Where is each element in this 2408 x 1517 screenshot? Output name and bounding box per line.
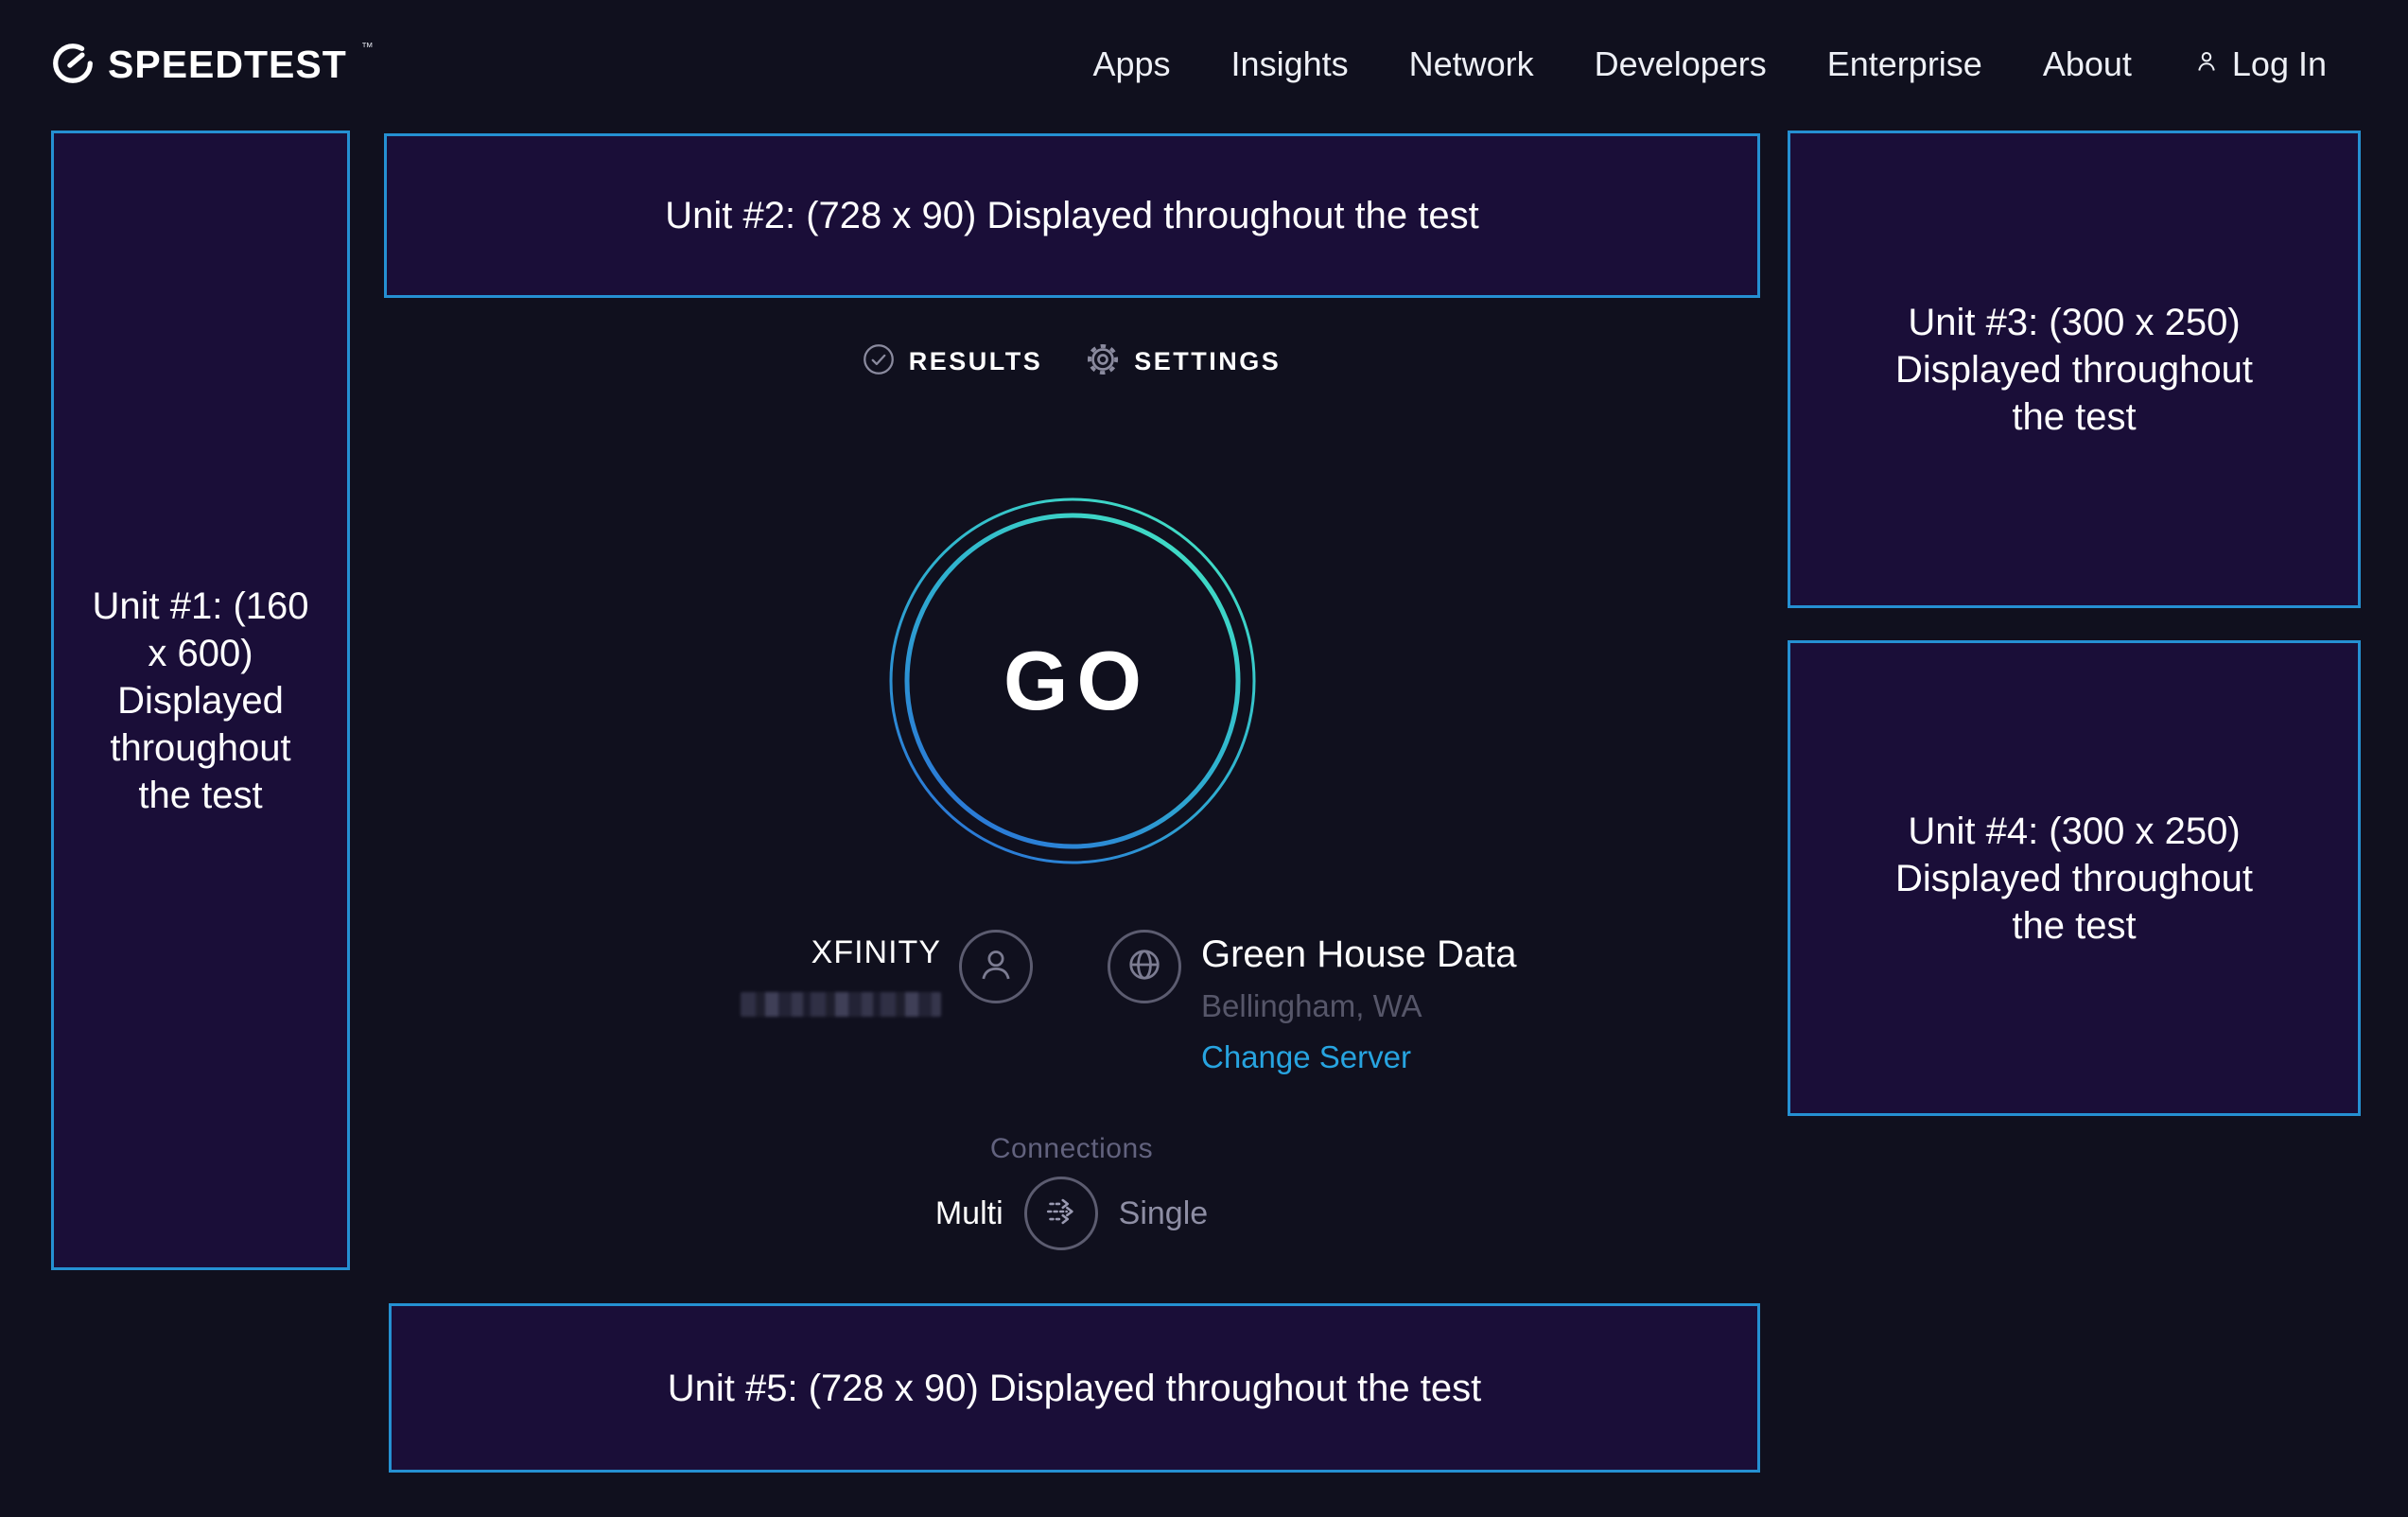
speedtest-logo[interactable]: SPEEDTEST ™ [51, 42, 374, 90]
single-label: Single [1119, 1195, 1209, 1232]
multi-arrows-icon [1039, 1190, 1083, 1238]
server-name: Green House Data [1201, 933, 1517, 976]
login-button[interactable]: Log In [2192, 44, 2327, 84]
nav-item-about[interactable]: About [2043, 44, 2132, 84]
server-badge [1108, 930, 1181, 1003]
ad-unit-1-text: Unit #1: (160 x 600) Displayed throughou… [85, 583, 316, 819]
isp-badge [959, 930, 1033, 1003]
go-label: GO [888, 497, 1257, 865]
nav-item-apps[interactable]: Apps [1092, 44, 1170, 84]
ad-unit-4-text: Unit #4: (300 x 250) Displayed throughou… [1866, 808, 2282, 950]
ad-unit-2-leaderboard[interactable]: Unit #2: (728 x 90) Displayed throughout… [384, 133, 1760, 298]
tab-bar: RESULTS SETTINGS [359, 342, 1784, 381]
person-circle-icon [974, 943, 1018, 991]
tab-results[interactable]: RESULTS [863, 342, 1043, 381]
ad-unit-5-leaderboard[interactable]: Unit #5: (728 x 90) Displayed throughout… [389, 1303, 1760, 1473]
connections-label: Connections [359, 1133, 1784, 1165]
change-server-link[interactable]: Change Server [1201, 1039, 1517, 1075]
connection-mode-toggle[interactable] [1024, 1177, 1098, 1250]
ad-unit-2-text: Unit #2: (728 x 90) Displayed throughout… [665, 192, 1479, 239]
gear-icon [1086, 342, 1120, 381]
tab-settings[interactable]: SETTINGS [1086, 342, 1281, 381]
login-label: Log In [2232, 44, 2327, 84]
go-button[interactable]: GO [888, 497, 1257, 865]
server-location: Bellingham, WA [1201, 988, 1517, 1024]
logo-wordmark: SPEEDTEST [108, 42, 347, 87]
nav-item-developers[interactable]: Developers [1595, 44, 1767, 84]
isp-name: XFINITY [662, 934, 941, 971]
globe-icon [1123, 943, 1166, 991]
connections-toggle-row: Multi Single [359, 1177, 1784, 1250]
ad-unit-1-skyscraper[interactable]: Unit #1: (160 x 600) Displayed throughou… [51, 131, 350, 1270]
multi-label: Multi [935, 1195, 1003, 1232]
settings-label: SETTINGS [1134, 347, 1281, 376]
ad-unit-3-rectangle[interactable]: Unit #3: (300 x 250) Displayed throughou… [1788, 131, 2361, 608]
ad-unit-5-text: Unit #5: (728 x 90) Displayed throughout… [668, 1365, 1482, 1412]
top-nav: Apps Insights Network Developers Enterpr… [1092, 0, 2327, 129]
check-circle-icon [863, 343, 895, 380]
ad-unit-4-rectangle[interactable]: Unit #4: (300 x 250) Displayed throughou… [1788, 640, 2361, 1116]
redacted-ip [741, 992, 941, 1017]
trademark-mark: ™ [361, 40, 374, 54]
speedtest-page: SPEEDTEST ™ Apps Insights Network Develo… [0, 0, 2408, 1517]
nav-item-network[interactable]: Network [1409, 44, 1534, 84]
server-info: Green House Data Bellingham, WA Change S… [1201, 933, 1517, 1075]
gauge-icon [51, 42, 95, 90]
person-icon [2192, 44, 2221, 84]
nav-item-enterprise[interactable]: Enterprise [1827, 44, 1982, 84]
ad-unit-3-text: Unit #3: (300 x 250) Displayed throughou… [1866, 299, 2282, 441]
nav-item-insights[interactable]: Insights [1231, 44, 1349, 84]
results-label: RESULTS [909, 347, 1043, 376]
